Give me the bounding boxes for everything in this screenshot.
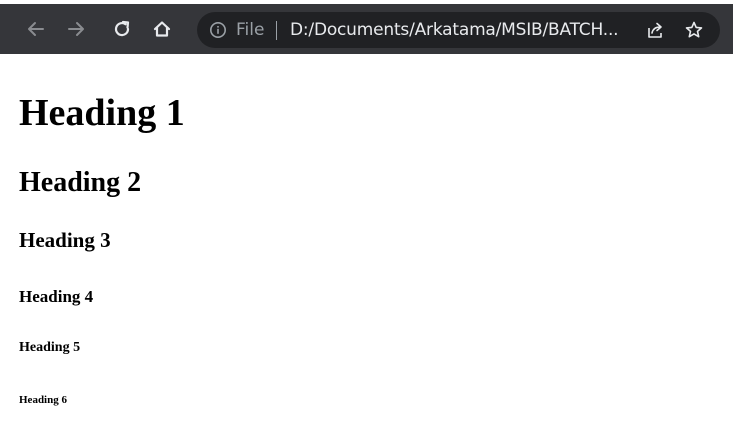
star-icon[interactable]: [684, 20, 704, 40]
home-icon: [153, 21, 171, 37]
address-bar[interactable]: File D:/Documents/Arkatama/MSIB/BATCH...: [197, 12, 720, 48]
url-scheme-label: File: [236, 20, 265, 40]
info-icon[interactable]: [209, 21, 227, 39]
home-button[interactable]: [148, 15, 176, 43]
url-divider: [276, 21, 277, 40]
url-text[interactable]: D:/Documents/Arkatama/MSIB/BATCH...: [290, 12, 619, 48]
reload-button[interactable]: [108, 15, 136, 43]
arrow-left-icon: [28, 22, 44, 36]
heading-5: Heading 5: [19, 340, 81, 355]
heading-4: Heading 4: [19, 287, 94, 306]
heading-3: Heading 3: [19, 228, 111, 252]
forward-button[interactable]: [62, 15, 90, 43]
heading-6: Heading 6: [19, 394, 67, 406]
back-button[interactable]: [22, 15, 50, 43]
browser-toolbar: File D:/Documents/Arkatama/MSIB/BATCH...: [0, 0, 733, 57]
heading-1: Heading 1: [19, 92, 185, 134]
arrow-right-icon: [68, 22, 84, 36]
share-icon[interactable]: [646, 20, 666, 40]
heading-2: Heading 2: [19, 167, 142, 198]
reload-icon: [114, 20, 130, 37]
